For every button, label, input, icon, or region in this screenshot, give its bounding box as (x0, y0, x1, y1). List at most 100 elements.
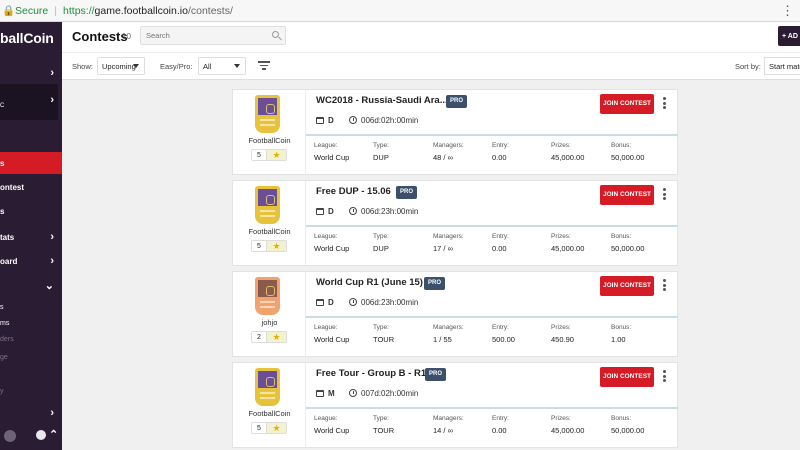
contest-title[interactable]: WC2018 - Russia-Saudi Ara... (316, 95, 448, 106)
prizes-value: 45,000.00 (551, 153, 585, 162)
sidebar-item-leaderboard[interactable]: oard › (0, 250, 62, 272)
prizes-value: 45,000.00 (551, 244, 585, 253)
more-options-icon[interactable] (663, 97, 667, 111)
card-divider (306, 134, 678, 136)
globe-icon[interactable] (36, 430, 46, 440)
easy-pro-select[interactable]: All (198, 57, 246, 75)
url-protocol: https:// (63, 4, 95, 17)
contest-count: 10 (122, 32, 131, 41)
contest-owner: FootballCoin (248, 227, 291, 236)
sidebar-subitem-4[interactable]: ge (0, 346, 62, 368)
search-input[interactable] (146, 31, 266, 40)
contest-owner-panel: johjo 2 ★ (233, 272, 306, 358)
chevron-down-icon: ⌄ (44, 279, 54, 292)
contest-title[interactable]: Free Tour - Group B - R1 (316, 368, 426, 379)
show-select[interactable]: Upcoming (97, 57, 145, 75)
card-divider (306, 316, 678, 318)
sidebar-item-more[interactable]: › (0, 402, 62, 424)
more-options-icon[interactable] (663, 370, 667, 384)
sidebar-item-contests[interactable]: s (0, 152, 62, 174)
sidebar-item-expandable[interactable]: ⌄ (0, 274, 62, 296)
caret-down-icon (133, 64, 139, 68)
managers-label: Managers: (433, 415, 464, 422)
contest-card[interactable]: FootballCoin 5 ★ Free Tour - Group B - R… (232, 362, 678, 449)
sidebar-item-label: y (0, 387, 4, 395)
contest-level: D (328, 298, 334, 307)
join-contest-button[interactable]: JOIN CONTEST (600, 367, 654, 387)
prizes-value: 45,000.00 (551, 426, 585, 435)
show-label: Show: (72, 62, 93, 71)
player-card-image (255, 95, 280, 133)
contest-level: M (328, 389, 335, 398)
owner-rating: 2 ★ (251, 331, 287, 343)
rating-value: 5 (252, 423, 267, 433)
calendar-icon (316, 208, 324, 215)
contest-owner-panel: FootballCoin 5 ★ (233, 363, 306, 449)
sidebar-item-label: tats (0, 232, 15, 242)
sidebar-item-top[interactable]: › (0, 62, 62, 84)
sidebar-item-label: ders (0, 335, 14, 343)
add-contest-button[interactable]: + AD (778, 26, 800, 46)
search-box[interactable] (140, 26, 286, 45)
settings-icon[interactable] (4, 430, 16, 442)
prizes-label: Prizes: (551, 324, 571, 331)
managers-label: Managers: (433, 142, 464, 149)
managers-value: 17 / ∞ (433, 244, 453, 253)
contest-card[interactable]: FootballCoin 5 ★ WC2018 - Russia-Saudi A… (232, 89, 678, 176)
chevron-up-icon[interactable]: ⌃ (49, 428, 58, 441)
contest-title[interactable]: World Cup R1 (June 15) (316, 277, 423, 288)
prizes-label: Prizes: (551, 415, 571, 422)
sidebar-item-teams[interactable]: s (0, 200, 62, 222)
browser-address-bar[interactable]: 🔒 Secure | https:// game.footballcoin.io… (0, 0, 800, 22)
managers-label: Managers: (433, 233, 464, 240)
bonus-value: 50,000.00 (611, 153, 645, 162)
sidebar-item-label: s (0, 303, 4, 311)
contest-card[interactable]: FootballCoin 5 ★ Free DUP - 15.06 PRO D … (232, 180, 678, 267)
join-contest-button[interactable]: JOIN CONTEST (600, 276, 654, 296)
more-options-icon[interactable] (663, 188, 667, 202)
chevron-right-icon: › (50, 231, 54, 243)
league-value: World Cup (314, 244, 350, 253)
app-logo[interactable]: ballCoin (0, 30, 54, 46)
search-icon[interactable] (272, 31, 279, 38)
sidebar-subitem-5[interactable]: y (0, 380, 62, 402)
join-contest-button[interactable]: JOIN CONTEST (600, 94, 654, 114)
league-label: League: (314, 324, 338, 331)
sidebar-item-create-contest[interactable]: ontest (0, 176, 62, 198)
league-value: World Cup (314, 426, 350, 435)
managers-value: 1 / 55 (433, 335, 452, 344)
clock-icon (349, 298, 357, 306)
sidebar-item-label: ge (0, 353, 8, 361)
owner-rating: 5 ★ (251, 149, 287, 161)
sort-label: Sort by: (735, 62, 761, 71)
entry-label: Entry: (492, 142, 509, 149)
contest-title[interactable]: Free DUP - 15.06 (316, 186, 391, 197)
type-label: Type: (373, 415, 389, 422)
more-options-icon[interactable] (663, 279, 667, 293)
sidebar-item-label: s (0, 158, 5, 168)
page-title: Contests (72, 29, 128, 44)
chevron-right-icon: › (50, 94, 54, 106)
clock-icon (349, 207, 357, 215)
managers-value: 14 / ∞ (433, 426, 453, 435)
sort-select[interactable]: Start matc (764, 57, 800, 75)
player-card-image (255, 277, 280, 315)
league-value: World Cup (314, 335, 350, 344)
league-label: League: (314, 142, 338, 149)
sidebar-item-stats[interactable]: tats › (0, 226, 62, 248)
owner-rating: 5 ★ (251, 240, 287, 252)
filter-icon[interactable] (258, 61, 270, 71)
entry-label: Entry: (492, 324, 509, 331)
star-icon: ★ (267, 423, 286, 433)
card-divider (306, 407, 678, 409)
prizes-label: Prizes: (551, 233, 571, 240)
user-line-2: C (0, 103, 5, 109)
contest-card[interactable]: johjo 2 ★ World Cup R1 (June 15) PRO D 0… (232, 271, 678, 358)
entry-value: 500.00 (492, 335, 515, 344)
sidebar-user-panel[interactable]: C › (0, 84, 58, 120)
type-label: Type: (373, 233, 389, 240)
join-contest-button[interactable]: JOIN CONTEST (600, 185, 654, 205)
lock-icon: 🔒 (2, 5, 16, 17)
contest-level: D (328, 207, 334, 216)
browser-menu-icon[interactable]: ⋮ (781, 3, 794, 19)
